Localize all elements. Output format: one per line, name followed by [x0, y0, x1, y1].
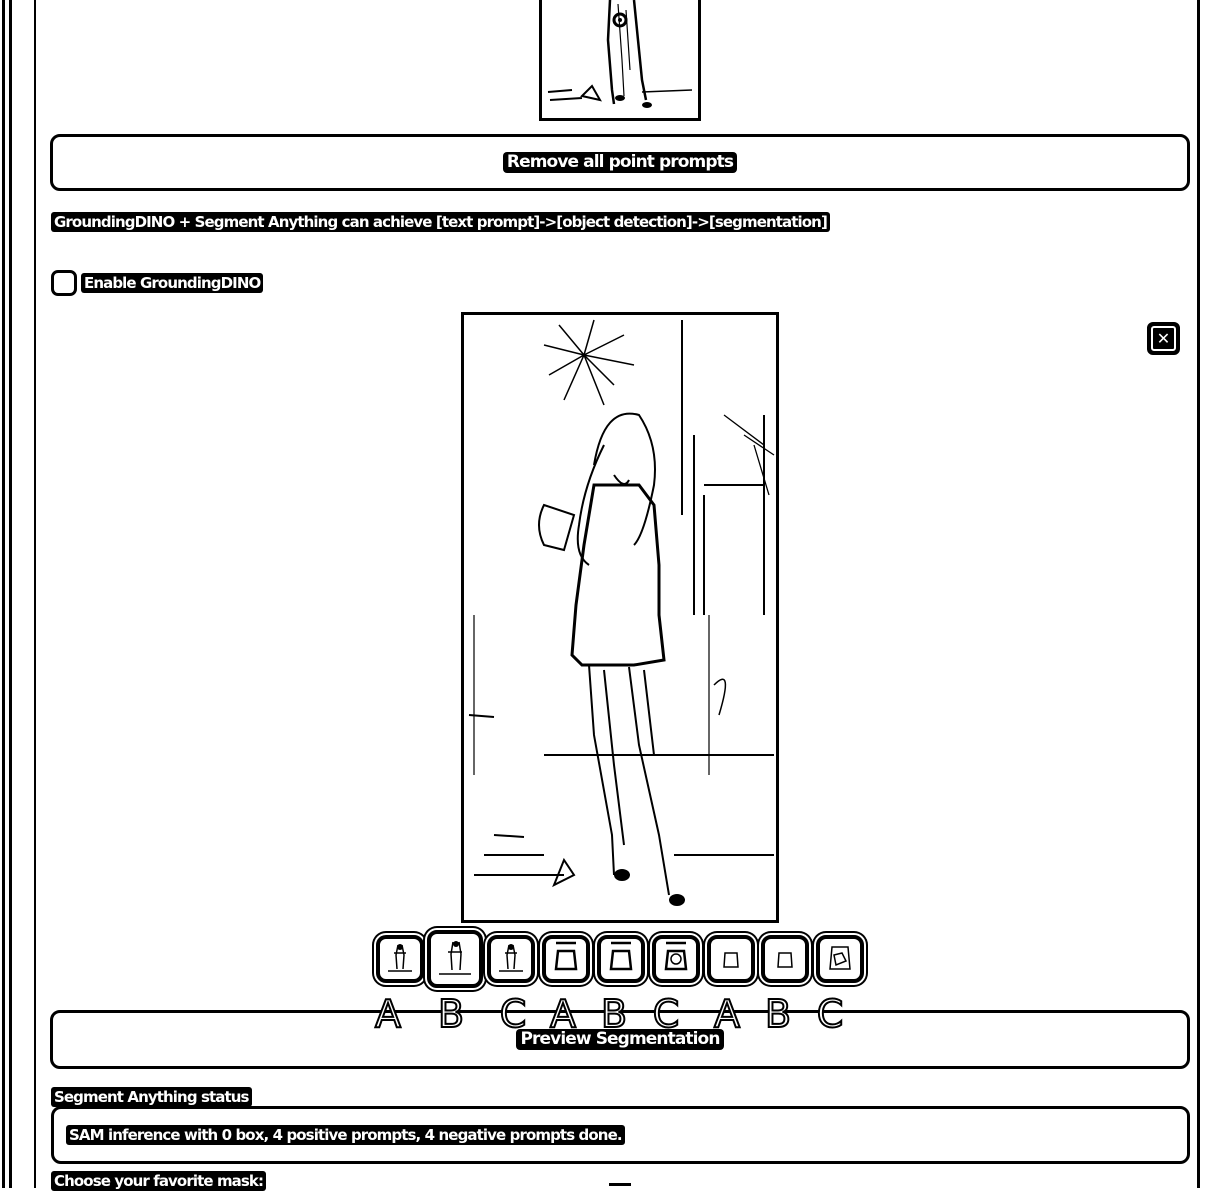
thumb-crop — [829, 946, 851, 970]
sam-input-image[interactable] — [461, 312, 779, 923]
sam-status-label: Segment Anything status — [51, 1087, 252, 1107]
thumb-crop — [777, 952, 793, 968]
mask-thumbnail[interactable] — [487, 935, 535, 983]
right-frame-border — [1197, 0, 1200, 1188]
mask-thumbnail[interactable] — [761, 935, 809, 983]
enable-grounding-dino-label[interactable]: Enable GroundingDINO — [81, 273, 264, 293]
mask-thumbnail[interactable] — [816, 935, 864, 983]
remove-point-prompts-label: Remove all point prompts — [502, 152, 738, 173]
point-prompt-image[interactable] — [539, 0, 701, 121]
thumb-figure — [439, 941, 471, 975]
thumb-mask — [609, 941, 633, 971]
thumb-mask — [554, 941, 578, 971]
enable-grounding-dino-checkbox[interactable] — [51, 270, 77, 296]
thumb-label: B — [437, 991, 465, 1037]
mask-choice-indicator — [609, 1183, 631, 1186]
thumb-crop — [723, 952, 739, 968]
thumb-mask — [664, 941, 688, 971]
thumb-label: C — [652, 991, 681, 1037]
left-inner-border — [34, 0, 36, 1188]
thumb-label: B — [600, 991, 628, 1037]
thumb-label: B — [764, 991, 792, 1037]
point-prompt-figure — [547, 0, 693, 108]
remove-point-prompts-button[interactable]: Remove all point prompts — [50, 134, 1190, 191]
thumb-label: A — [374, 991, 402, 1037]
close-icon: ✕ — [1151, 326, 1176, 351]
mask-thumbnail[interactable] — [542, 935, 590, 983]
thumb-figure — [388, 944, 412, 972]
thumb-label: A — [549, 991, 577, 1037]
mask-thumbnail[interactable] — [597, 935, 645, 983]
input-image-illustration — [468, 319, 775, 906]
mask-thumbnail[interactable] — [376, 935, 424, 983]
thumb-label: C — [816, 991, 845, 1037]
sam-status-box: SAM inference with 0 box, 4 positive pro… — [51, 1106, 1190, 1164]
mask-thumbnail[interactable] — [707, 935, 755, 983]
mask-thumbnail[interactable] — [652, 935, 700, 983]
grounding-dino-info: GroundingDINO + Segment Anything can ach… — [51, 212, 830, 232]
mask-thumbnail-selected[interactable] — [427, 930, 483, 988]
sam-status-text: SAM inference with 0 box, 4 positive pro… — [66, 1125, 625, 1145]
choose-mask-label: Choose your favorite mask: — [51, 1171, 267, 1191]
thumb-label: A — [713, 991, 741, 1037]
thumb-label: C — [499, 991, 528, 1037]
left-frame-border — [2, 0, 12, 1188]
clear-image-button[interactable]: ✕ — [1147, 322, 1180, 355]
thumb-figure — [499, 944, 523, 972]
